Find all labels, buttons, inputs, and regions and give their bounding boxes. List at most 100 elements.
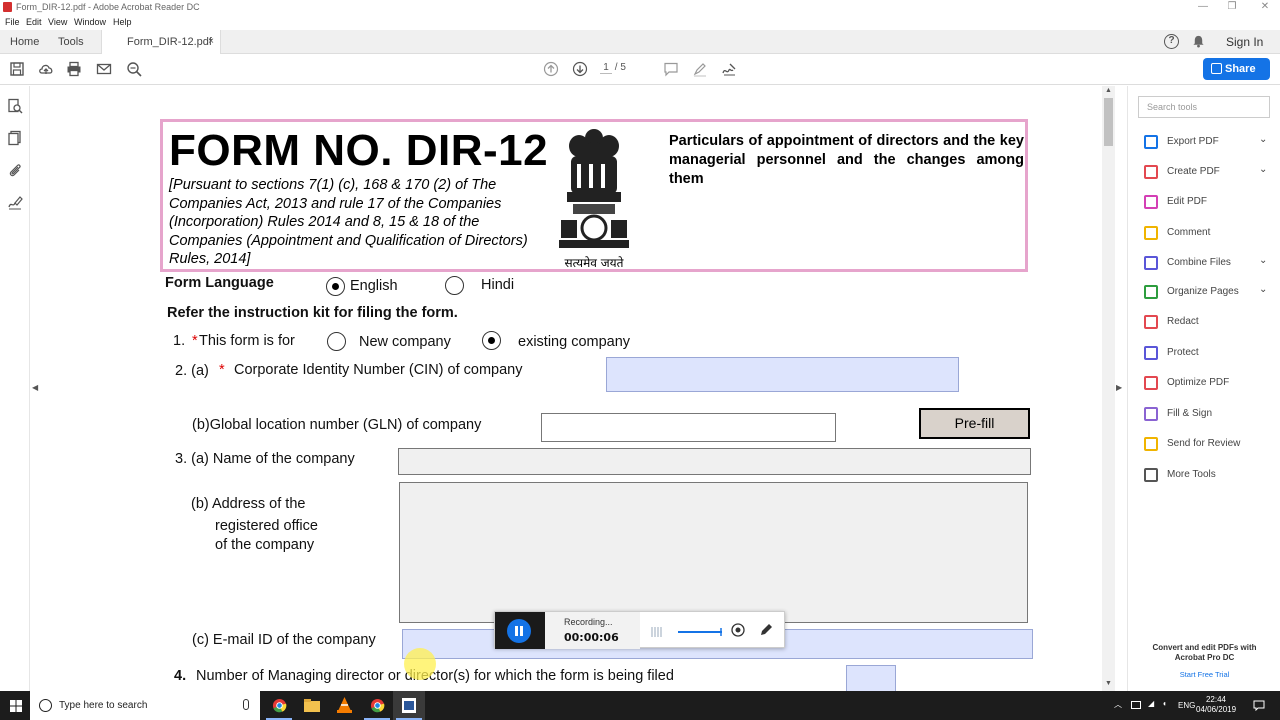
sign-in-link[interactable]: Sign In (1226, 35, 1263, 49)
page-up-icon[interactable] (543, 61, 559, 77)
zoom-icon[interactable] (126, 61, 142, 77)
tab-document[interactable]: Form_DIR-12.pdf × (101, 30, 221, 54)
q3a-label: 3. (a) Name of the company (175, 451, 355, 467)
tab-bar: Home Tools Form_DIR-12.pdf × ? Sign In (0, 30, 1280, 54)
share-button[interactable]: Share (1203, 58, 1270, 80)
scroll-up-icon[interactable]: ▲ (1105, 87, 1112, 94)
page-indicator[interactable]: 1 / 5 (600, 62, 626, 74)
page-down-icon[interactable] (572, 61, 588, 77)
taskbar-chrome-icon[interactable] (263, 691, 295, 720)
tray-volume-icon[interactable]: ◖ (1162, 699, 1167, 708)
restore-button[interactable]: ❐ (1222, 1, 1242, 12)
chevron-down-icon[interactable]: ⌄ (1259, 255, 1267, 266)
page-thumbnails-icon[interactable] (7, 98, 23, 114)
tool-label: Export PDF (1167, 136, 1219, 147)
tool-edit-pdf[interactable]: Edit PDF (1144, 193, 1272, 211)
clock-date: 04/06/2019 (1196, 705, 1237, 714)
director-count-input[interactable] (846, 665, 896, 691)
menu-file[interactable]: File (5, 17, 20, 27)
menu-window[interactable]: Window (74, 17, 106, 27)
start-free-trial-link[interactable]: Start Free Trial (1138, 670, 1271, 679)
highlight-icon[interactable] (692, 61, 708, 77)
pen-icon[interactable] (758, 622, 774, 638)
pause-recording-button[interactable] (507, 619, 531, 643)
document-scrollbar[interactable]: ▲ ▼ (1102, 86, 1115, 691)
tool-create-pdf[interactable]: Create PDF ⌄ (1144, 163, 1272, 181)
tool-export-pdf[interactable]: Export PDF ⌄ (1144, 133, 1272, 151)
cin-input[interactable] (606, 357, 959, 392)
chevron-down-icon[interactable]: ⌄ (1259, 164, 1267, 175)
tool-organize-pages[interactable]: Organize Pages ⌄ (1144, 283, 1272, 301)
tool-optimize-pdf[interactable]: Optimize PDF (1144, 374, 1272, 392)
attachment-icon[interactable] (7, 162, 23, 178)
windows-start-icon[interactable] (10, 700, 22, 712)
menu-help[interactable]: Help (113, 17, 132, 27)
registered-office-address-input[interactable] (399, 482, 1028, 623)
company-name-input[interactable] (398, 448, 1031, 475)
comment-icon[interactable] (663, 61, 679, 77)
print-icon[interactable] (66, 61, 82, 77)
help-icon[interactable]: ? (1164, 34, 1179, 49)
taskbar-vlc-icon[interactable] (328, 691, 360, 720)
taskbar-clock[interactable]: 22:44 04/06/2019 (1196, 695, 1236, 715)
menu-edit[interactable]: Edit (26, 17, 42, 27)
sign-icon[interactable] (721, 61, 737, 77)
instruction-text: Refer the instruction kit for filing the… (167, 305, 458, 321)
save-icon[interactable] (9, 61, 25, 77)
collapse-left-panel-icon[interactable]: ◀ (32, 383, 38, 392)
taskbar-file-explorer-icon[interactable] (296, 691, 328, 720)
collapse-right-panel-icon[interactable]: ▶ (1116, 383, 1122, 392)
tool-send-for-review[interactable]: Send for Review (1144, 435, 1272, 453)
volume-slider[interactable] (677, 627, 723, 637)
send-review-icon (1144, 437, 1158, 451)
tab-tools[interactable]: Tools (58, 30, 98, 54)
scrollbar-thumb[interactable] (1104, 98, 1113, 146)
bell-icon[interactable] (1192, 35, 1205, 48)
email-icon[interactable] (96, 61, 112, 77)
tray-network-icon[interactable]: ◢ (1148, 699, 1154, 708)
form-number-title: FORM NO. DIR-12 (169, 126, 549, 175)
radio-existing-company-label: existing company (518, 334, 631, 350)
acrobat-app-icon (3, 2, 12, 12)
tool-more-tools[interactable]: More Tools (1144, 466, 1272, 484)
tab-close-icon[interactable]: × (208, 30, 214, 54)
tray-chevron-icon[interactable]: ︿ (1114, 699, 1122, 710)
taskbar-search-box[interactable]: Type here to search (30, 691, 260, 720)
tool-fill-sign[interactable]: Fill & Sign (1144, 405, 1272, 423)
menu-view[interactable]: View (48, 17, 67, 27)
tool-comment[interactable]: Comment (1144, 224, 1272, 242)
tray-language[interactable]: ENG (1178, 701, 1195, 710)
tool-combine-files[interactable]: Combine Files ⌄ (1144, 254, 1272, 272)
radio-existing-company[interactable] (482, 331, 501, 350)
notifications-icon[interactable] (1253, 700, 1265, 711)
taskbar-search-placeholder: Type here to search (59, 700, 148, 711)
close-window-button[interactable]: ✕ (1255, 1, 1275, 12)
upload-icon[interactable] (38, 61, 54, 77)
recorder-control-area (495, 612, 545, 649)
menu-bar: File Edit View Window Help (0, 15, 1280, 30)
prefill-button[interactable]: Pre-fill (919, 408, 1030, 439)
radio-english[interactable] (326, 277, 345, 296)
tool-label: Fill & Sign (1167, 408, 1213, 419)
page-current[interactable]: 1 (600, 62, 612, 74)
taskbar-word-icon[interactable] (393, 691, 425, 720)
webcam-icon[interactable] (730, 622, 746, 638)
signature-panel-icon[interactable] (7, 194, 23, 210)
chevron-down-icon[interactable]: ⌄ (1259, 284, 1267, 295)
tool-protect[interactable]: Protect (1144, 344, 1272, 362)
scroll-down-icon[interactable]: ▼ (1105, 680, 1112, 687)
tab-home[interactable]: Home (10, 30, 50, 54)
microphone-icon[interactable] (243, 699, 249, 710)
taskbar-chrome-2-icon[interactable] (361, 691, 393, 720)
chevron-down-icon[interactable]: ⌄ (1259, 134, 1267, 145)
radio-new-company-label: New company (359, 334, 451, 350)
radio-new-company[interactable] (327, 332, 346, 351)
radio-hindi[interactable] (445, 276, 464, 295)
minimize-button[interactable]: — (1193, 1, 1213, 12)
gln-input[interactable] (541, 413, 836, 442)
tool-redact[interactable]: Redact (1144, 313, 1272, 331)
share-icon (1211, 63, 1222, 74)
pages-icon[interactable] (7, 130, 23, 146)
tray-battery-icon[interactable] (1131, 701, 1141, 709)
search-tools-input[interactable]: Search tools (1138, 96, 1270, 118)
